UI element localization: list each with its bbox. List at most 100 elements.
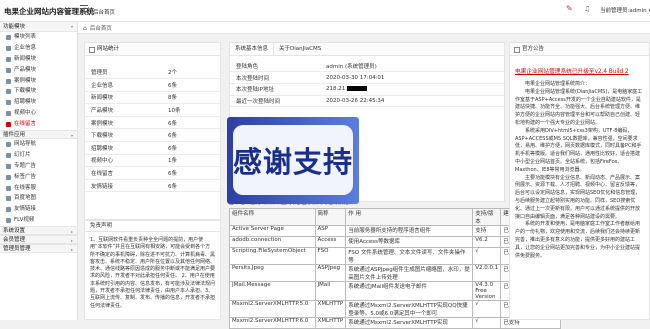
component-ver: √ <box>472 300 502 318</box>
sidebar-item[interactable]: 下载模块 <box>0 86 77 97</box>
sidebar-item-label: 案例模块 <box>14 77 37 84</box>
stats-table: 管理员 2个 企业信息 6条 新闻模块 8条 产品模块 10条 案例模块 6条 下载模块 6条 招聘模块… <box>85 66 220 193</box>
module-icon <box>6 67 11 73</box>
sysinfo-row: 登陆角色 admin (系统管理员) <box>230 60 504 73</box>
component-name: Msxml2.ServerXMLHTTP.5.0 <box>229 300 316 318</box>
stats-row: 管理员 2个 <box>85 66 220 80</box>
stats-row: 案例模块 6条 <box>85 116 220 130</box>
module-icon <box>6 122 11 128</box>
module-icon <box>6 111 11 117</box>
sidebar-item[interactable]: 友情链接 <box>0 204 77 215</box>
component-ver: √ <box>472 247 502 265</box>
sidebar-item[interactable]: 产品模块 <box>0 65 77 76</box>
stats-value: 6条 <box>162 141 220 155</box>
sysinfo-label: 本次登陆时间 <box>230 71 320 84</box>
component-short: ASP <box>314 225 347 237</box>
notice-body: 电果企业网站管理系统简介： 电果企业网站管理系统(DianJiaCMS)，是电脑家… <box>510 75 649 266</box>
component-use: FSO 文件系统管理、文本文件读写、文件夹操作等 <box>345 247 474 265</box>
notice-title: 官方公告 <box>510 43 649 56</box>
component-use: 系统通过JMail组件发送电子邮件 <box>345 281 474 301</box>
component-name: Persits.Jpeg <box>229 264 316 282</box>
sidebar-section-label: 管理员管理 <box>3 246 31 253</box>
stats-row: 在线留言 6条 <box>85 166 220 180</box>
sidebar-item-label: 在线客服 <box>14 184 37 191</box>
user-menu[interactable]: 当前管理员:admin▼ <box>600 6 650 14</box>
sidebar-item[interactable]: 幻灯片 <box>0 150 77 161</box>
home-icon: ⌂ <box>83 24 87 32</box>
stats-value: 10条 <box>162 103 220 117</box>
disclaimer-text: 1、互联网软件看重负责种全全问题的提前，用户使用“本软件”并且在互联网有相安路，… <box>90 237 216 309</box>
sidebar-item[interactable]: 招聘模块 <box>0 97 77 108</box>
module-icon <box>6 207 11 213</box>
menu-toggle-icon[interactable] <box>80 5 88 13</box>
component-use: 系统通过ASPJpeg组件生成图片缩略图，水印，提高图片文件上传处理 <box>345 264 474 282</box>
sidebar-item-label: 下载模块 <box>14 88 37 95</box>
tab-about[interactable]: 关于DianJiaCMS <box>274 43 326 55</box>
sidebar-item-label: FLV视频 <box>14 217 35 224</box>
sysinfo-value: 2020-03-30 17:04:01 <box>320 71 504 84</box>
sidebar-item-label: 招聘模块 <box>14 99 37 106</box>
sidebar-section[interactable]: 管理员管理 ▸ <box>0 244 77 254</box>
sysinfo-row: 最近一次登陆时间 2020-03-26 22:45:34 <box>230 95 504 108</box>
component-ver: V2.0.0.1 <box>472 264 502 282</box>
component-short: XMLHTTP <box>314 317 347 329</box>
stats-label: 企业信息 <box>85 78 162 92</box>
stats-row: 企业信息 6条 <box>85 78 220 92</box>
notice-paragraph: 电果企业网站管理系统(DianJiaCMS)，是电脑家庭工作室基于ASP+Acc… <box>515 88 643 126</box>
sidebar-item[interactable]: 专题广告 <box>0 161 77 172</box>
sidebar-item[interactable]: FLV视频 <box>0 215 77 226</box>
module-icon <box>6 152 11 158</box>
component-short: ASPJpeg <box>314 264 347 282</box>
tab-home[interactable]: ⌂ 后台首页 <box>83 24 112 33</box>
sidebar-item-label: 专题广告 <box>14 162 37 169</box>
site-home-link[interactable]: 后台首页 <box>93 8 115 16</box>
sidebar-item[interactable]: 案例模块 <box>0 76 77 87</box>
component-use: 系统通过Msxml2.ServerXMLHTTP实现QQ快捷登录等。5.0或6.… <box>345 300 474 318</box>
stats-label: 在线留言 <box>85 166 162 180</box>
notice-paragraph: 系统的开发和使用，是电脑家庭工作室工作者献给用户的一份礼物，欢迎使用和交流，后续… <box>515 221 641 259</box>
stats-value: 6条 <box>162 128 220 143</box>
notice-paragraph: 电果企业网站管理系统简介： <box>525 81 591 87</box>
sidebar-item[interactable]: 网站导航 <box>0 139 77 150</box>
sysinfo-label: 登陆角色 <box>230 60 320 73</box>
sysinfo-tabs: 系统基本信息 关于DianJiaCMS <box>230 43 504 56</box>
sidebar-item-label: 产品模块 <box>14 66 37 73</box>
disclaimer-panel: 免责声明 1、互联网软件看重负责种全全问题的提前，用户使用“本软件”并且在互联网… <box>84 220 221 320</box>
sidebar-section[interactable]: 插件应用 ▾ <box>0 130 77 140</box>
upgrade-notice-link[interactable]: 电果企业网站管理系统已升级至v2.4 Build 2 <box>515 66 645 75</box>
sidebar-item[interactable]: 在线留言 <box>0 119 77 130</box>
sidebar-item-label: 标签广告 <box>14 173 37 180</box>
tab-system-info[interactable]: 系统基本信息 <box>230 43 275 55</box>
components-header: 支持/版本 <box>472 208 502 226</box>
sidebar-item[interactable]: 企业信息 <box>0 43 77 54</box>
module-icon <box>6 218 11 224</box>
sidebar-item[interactable]: 标签广告 <box>0 172 77 183</box>
sidebar-item[interactable]: 在线客服 <box>0 183 77 194</box>
bell-icon[interactable]: ♫ <box>584 5 590 13</box>
sidebar-item[interactable]: 模块列表 <box>0 32 77 43</box>
sidebar-section[interactable]: 会员管理 ▸ <box>0 235 77 245</box>
thanks-overlay-inner: 感谢支持 <box>233 125 353 195</box>
stats-value: 6条 <box>162 179 220 193</box>
sidebar-item-label: 企业信息 <box>14 44 37 51</box>
stats-panel: 网站统计 管理员 2个 企业信息 6条 新闻模块 8条 产品模块 10条 案例模块 6条 下载模块 6… <box>84 42 221 220</box>
stats-label: 友情链接 <box>85 179 162 193</box>
sidebar-section[interactable]: 系统设置 ▸ <box>0 226 77 236</box>
stats-value: 6条 <box>162 116 220 130</box>
sidebar-item[interactable]: 视频中心 <box>0 108 77 119</box>
sidebar-item[interactable]: 百度地图 <box>0 193 77 204</box>
sysinfo-value: admin (系统管理员) <box>320 60 504 73</box>
component-ver: V4.3.0 Free Version <box>472 281 502 301</box>
component-short: Access <box>314 236 347 248</box>
stats-label: 新闻模块 <box>85 91 162 105</box>
tools-icon[interactable]: ✎ <box>566 5 573 13</box>
sidebar-item[interactable]: 新闻模块 <box>0 54 77 65</box>
component-use: 使用Access等数据库 <box>345 236 474 248</box>
sidebar-section-label: 系统设置 <box>3 228 26 235</box>
component-name: Msxml2.ServerXMLHTTP.6.0 <box>229 317 316 329</box>
chevron-icon: ▸ <box>70 247 73 253</box>
component-ver: √ <box>472 317 502 329</box>
sidebar-section[interactable]: 功能模块 ▾ <box>0 22 77 32</box>
stats-label: 视频中心 <box>85 154 162 168</box>
notice-paragraph: 系统采用DIV+html5+css3架构，UTF-8编码，ASP+ACCESS或… <box>515 127 642 173</box>
